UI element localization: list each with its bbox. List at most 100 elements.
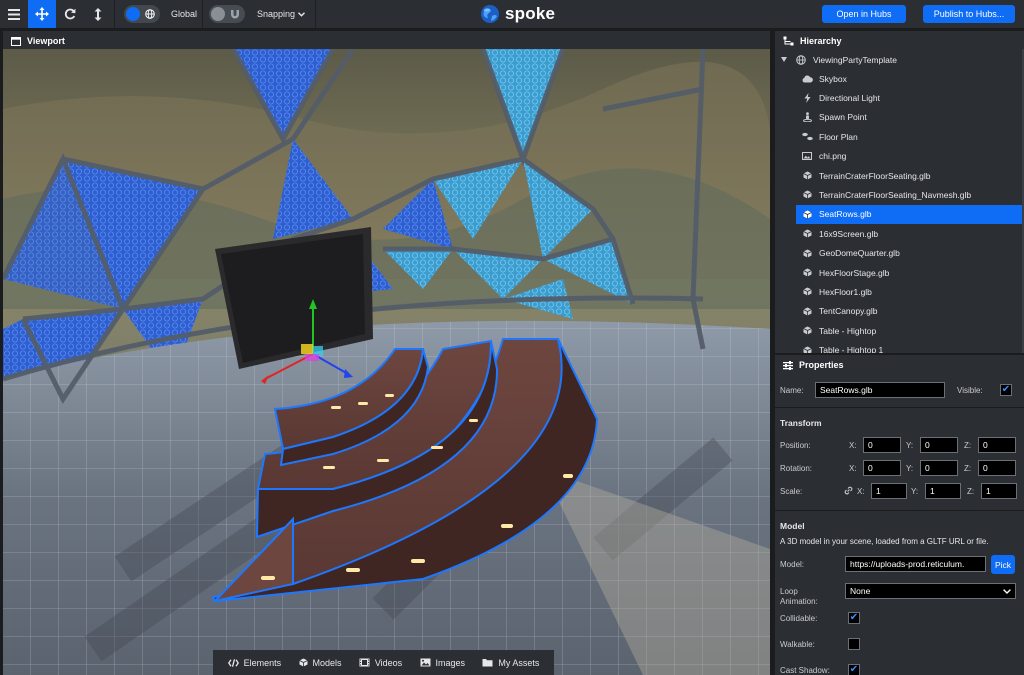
- magnet-icon: [231, 10, 239, 19]
- hierarchy-item-label: TentCanopy.glb: [819, 306, 878, 317]
- link-icon[interactable]: [844, 486, 853, 495]
- tab-videos-label: Videos: [374, 657, 403, 668]
- properties-panel: Name: SeatRows.glb Visible: ✔ Transform …: [775, 374, 1024, 675]
- position-x-input[interactable]: 0: [863, 437, 901, 453]
- model-url-input[interactable]: https://uploads-prod.reticulum.: [845, 556, 986, 572]
- collidable-checkbox[interactable]: ✔: [848, 612, 860, 624]
- caret-down-icon[interactable]: [781, 57, 787, 62]
- rotation-z-input[interactable]: 0: [978, 460, 1016, 476]
- rotate-icon: [64, 8, 76, 20]
- hierarchy-item[interactable]: Skybox: [796, 69, 1022, 88]
- snapping-toggle-knob: [211, 7, 225, 21]
- hierarchy-item[interactable]: TentCanopy.glb: [796, 302, 1022, 321]
- chevron-down-icon: [298, 11, 306, 17]
- properties-divider: [775, 510, 1024, 511]
- scale-y-label: Y:: [911, 487, 919, 496]
- scale-z-input[interactable]: 1: [981, 483, 1017, 499]
- transform-title: Transform: [780, 418, 822, 428]
- rotate-tool-button[interactable]: [56, 0, 84, 28]
- loop-animation-value: None: [850, 586, 871, 596]
- tab-images[interactable]: Images: [420, 657, 466, 668]
- image-icon: [420, 658, 430, 667]
- hierarchy-item[interactable]: Table - Hightop 1: [796, 341, 1022, 353]
- loop-animation-select[interactable]: None: [845, 583, 1016, 599]
- space-toggle-knob: [126, 7, 140, 21]
- snapping-toggle[interactable]: [209, 5, 245, 23]
- position-z-label: Z:: [964, 441, 972, 450]
- tab-videos[interactable]: Videos: [359, 658, 402, 668]
- viewport-header: Viewport: [3, 31, 770, 51]
- code-icon: [227, 658, 239, 667]
- properties-header: Properties: [775, 355, 1024, 375]
- publish-to-hubs-button[interactable]: Publish to Hubs...: [923, 5, 1015, 23]
- tab-images-label: Images: [435, 657, 466, 668]
- tab-elements[interactable]: Elements: [227, 657, 282, 668]
- cube-icon: [801, 189, 813, 201]
- cast-shadow-checkbox[interactable]: ✔: [848, 664, 860, 675]
- walkable-label: Walkable:: [780, 640, 815, 649]
- cube-icon: [801, 208, 813, 220]
- hierarchy-item-label: HexFloorStage.glb: [819, 267, 890, 278]
- hierarchy-item[interactable]: HexFloor1.glb: [796, 282, 1022, 301]
- scene-render: [3, 49, 770, 675]
- hierarchy-item[interactable]: TerrainCraterFloorSeating_Navmesh.glb: [796, 185, 1022, 204]
- hierarchy-root[interactable]: ViewingPartyTemplate: [775, 50, 1022, 69]
- position-label: Position:: [780, 441, 811, 450]
- visible-label: Visible:: [957, 386, 983, 395]
- cube-icon: [801, 325, 813, 337]
- hierarchy-title: Hierarchy: [800, 36, 842, 46]
- toolbar-separator: [202, 0, 203, 28]
- snapping-dropdown[interactable]: Snapping: [257, 9, 306, 19]
- tab-my-assets[interactable]: My Assets: [482, 658, 539, 668]
- assets-tab-bar: Elements Models Videos Images My Assets: [213, 650, 554, 675]
- scale-x-input[interactable]: 1: [871, 483, 907, 499]
- position-z-input[interactable]: 0: [978, 437, 1016, 453]
- loop-label-1: Loop: [780, 587, 798, 596]
- snapping-label: Snapping: [257, 9, 296, 19]
- rotation-y-input[interactable]: 0: [920, 460, 958, 476]
- hierarchy-item[interactable]: 16x9Screen.glb: [796, 224, 1022, 243]
- cube-icon: [801, 170, 813, 182]
- rotation-x-label: X:: [849, 464, 857, 473]
- hierarchy-item[interactable]: TerrainCraterFloorSeating.glb: [796, 166, 1022, 185]
- model-label: Model:: [780, 560, 805, 569]
- tab-elements-label: Elements: [243, 657, 282, 668]
- name-input[interactable]: SeatRows.glb: [815, 382, 945, 398]
- cast-shadow-label: Cast Shadow:: [780, 666, 830, 675]
- cube-icon: [298, 658, 308, 667]
- rotation-x-input[interactable]: 0: [863, 460, 901, 476]
- hierarchy-item[interactable]: chi.png: [796, 147, 1022, 166]
- spoke-globe-icon: [481, 5, 499, 23]
- viewport-canvas[interactable]: [3, 49, 770, 675]
- hierarchy-panel: ViewingPartyTemplate Skybox Directional L…: [775, 49, 1024, 353]
- hierarchy-item[interactable]: HexFloorStage.glb: [796, 263, 1022, 282]
- globe-icon: [795, 54, 807, 66]
- scale-z-label: Z:: [967, 487, 975, 496]
- hierarchy-item[interactable]: Table - Hightop: [796, 321, 1022, 340]
- hierarchy-item[interactable]: Directional Light: [796, 88, 1022, 107]
- visible-checkbox[interactable]: ✔: [1000, 384, 1012, 396]
- rotation-label: Rotation:: [780, 464, 813, 473]
- scale-y-input[interactable]: 1: [925, 483, 961, 499]
- hierarchy-item[interactable]: GeoDomeQuarter.glb: [796, 244, 1022, 263]
- translate-tool-button[interactable]: [28, 0, 56, 28]
- model-description: A 3D model in your scene, loaded from a …: [780, 537, 989, 546]
- hierarchy-root-label: ViewingPartyTemplate: [813, 54, 897, 65]
- scale-tool-button[interactable]: [84, 0, 112, 28]
- hierarchy-item[interactable]: Floor Plan: [796, 127, 1022, 146]
- image-icon: [801, 150, 813, 162]
- collidable-label: Collidable:: [780, 614, 818, 623]
- menu-icon: [8, 8, 20, 20]
- position-y-input[interactable]: 0: [920, 437, 958, 453]
- walkable-checkbox[interactable]: [848, 638, 860, 650]
- hierarchy-item[interactable]: Spawn Point: [796, 108, 1022, 127]
- menu-button[interactable]: [0, 0, 28, 28]
- hierarchy-item-label: TerrainCraterFloorSeating_Navmesh.glb: [819, 189, 972, 200]
- hierarchy-item[interactable]: SeatRows.glb: [796, 204, 1022, 224]
- tab-models[interactable]: Models: [298, 658, 342, 668]
- cube-icon: [801, 305, 813, 317]
- open-in-hubs-button[interactable]: Open in Hubs: [822, 5, 906, 23]
- space-toggle[interactable]: [124, 5, 160, 23]
- pick-button[interactable]: Pick: [991, 555, 1015, 574]
- scale-icon: [94, 7, 102, 21]
